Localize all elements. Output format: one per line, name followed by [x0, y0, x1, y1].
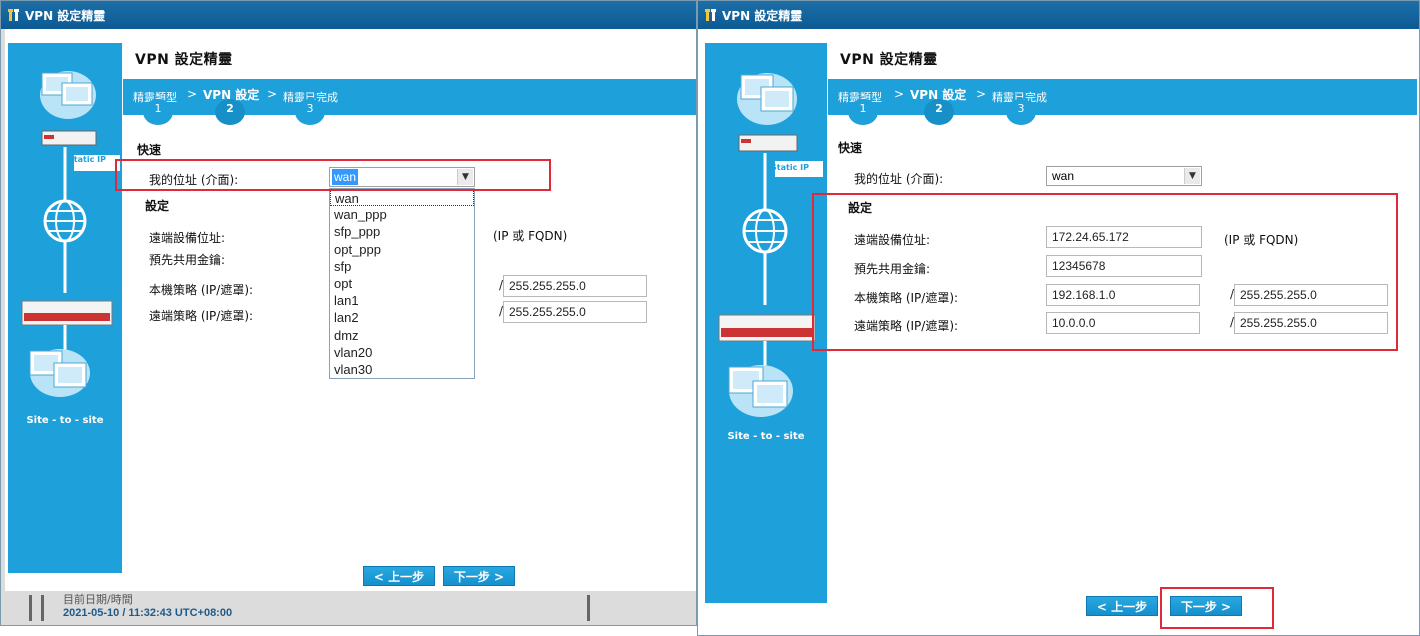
- local-mask-input[interactable]: 255.255.255.0: [503, 275, 647, 297]
- wizard-sidebar: Static IP Site - to - site: [8, 43, 122, 573]
- interface-option[interactable]: vlan30: [330, 361, 474, 378]
- wizard-sidebar: Static IP Site - to - site: [705, 43, 827, 603]
- window-titlebar[interactable]: VPN 設定精靈: [1, 1, 696, 29]
- remote-policy-label: 遠端策略 (IP/遮罩):: [149, 309, 254, 323]
- interface-select[interactable]: wan ▼: [1046, 166, 1202, 186]
- highlight-box-interface: [115, 159, 551, 191]
- highlight-box-settings: [812, 193, 1398, 351]
- step-3-number: 3: [1006, 99, 1036, 125]
- interface-option[interactable]: dmz: [330, 327, 474, 344]
- chevron-right-icon: >: [267, 87, 278, 101]
- interface-option[interactable]: opt_ppp: [330, 241, 474, 258]
- interface-option[interactable]: sfp: [330, 258, 474, 275]
- wizard-body: Static IP Site - to - site VPN 設定精靈 精靈類型…: [5, 29, 696, 591]
- wizard-content: VPN 設定精靈 精靈類型 > VPN 設定 > 精靈已完成 1 2 3 快速 …: [123, 29, 696, 591]
- computers-icon: [718, 73, 823, 417]
- remote-gateway-label: 遠端設備位址:: [149, 231, 226, 245]
- next-button[interactable]: 下一步 >: [443, 566, 515, 586]
- my-address-label: 我的位址 (介面):: [854, 172, 944, 186]
- step-1-number: 1: [848, 99, 878, 125]
- ip-fqdn-hint: (IP 或 FQDN): [493, 229, 568, 243]
- interface-option[interactable]: sfp_ppp: [330, 223, 474, 240]
- interface-select-value: wan: [1052, 169, 1075, 183]
- step-2-number: 2: [215, 99, 245, 125]
- window-title: VPN 設定精靈: [25, 8, 106, 23]
- window-titlebar[interactable]: VPN 設定精靈: [698, 1, 1419, 29]
- page-title: VPN 設定精靈: [840, 52, 938, 68]
- chevron-right-icon: >: [894, 87, 905, 101]
- step-bar: 精靈類型 > VPN 設定 > 精靈已完成 1 2 3: [123, 79, 696, 125]
- prev-button[interactable]: < 上一步: [1086, 596, 1158, 616]
- interface-option[interactable]: opt: [330, 275, 474, 292]
- quick-section-title: 快速: [838, 141, 863, 155]
- footer-datetime-value: 2021-05-10 / 11:32:43 UTC+08:00: [63, 607, 233, 619]
- quick-section-title: 快速: [137, 143, 162, 157]
- chevron-right-icon: >: [187, 87, 198, 101]
- interface-option[interactable]: vlan20: [330, 344, 474, 361]
- site-to-site-label: Site - to - site: [26, 415, 104, 426]
- site-to-site-label: Site - to - site: [727, 431, 805, 442]
- chevron-down-icon[interactable]: ▼: [1184, 168, 1200, 184]
- prev-button[interactable]: < 上一步: [363, 566, 435, 586]
- step-3-number: 3: [295, 99, 325, 125]
- footer-divider: [41, 595, 44, 621]
- interface-option[interactable]: wan: [330, 189, 474, 207]
- interface-option[interactable]: lan2: [330, 309, 474, 326]
- chevron-right-icon: >: [976, 87, 987, 101]
- interface-option[interactable]: lan1: [330, 292, 474, 309]
- window-title: VPN 設定精靈: [722, 8, 803, 23]
- step-2-number: 2: [924, 99, 954, 125]
- wizard-icon: [8, 9, 19, 21]
- computers-icon: [21, 71, 120, 397]
- wizard-window-left: VPN 設定精靈 Static IP Site - to - site VPN …: [0, 0, 697, 626]
- wizard-window-right: VPN 設定精靈 Static IP Site - to - site VPN …: [697, 0, 1420, 636]
- page-title: VPN 設定精靈: [135, 52, 233, 68]
- step-1-number: 1: [143, 99, 173, 125]
- step-bar: 精靈類型 > VPN 設定 > 精靈已完成 1 2 3: [828, 79, 1417, 125]
- wizard-icon: [705, 9, 716, 21]
- footer-datetime-label: 目前日期/時間: [63, 593, 133, 606]
- highlight-box-next: [1160, 587, 1274, 629]
- psk-label: 預先共用金鑰:: [149, 253, 226, 267]
- interface-dropdown-list[interactable]: wan wan_ppp sfp_ppp opt_ppp sfp opt lan1…: [329, 188, 475, 380]
- footer-divider: [29, 595, 32, 621]
- footer-divider: [587, 595, 590, 621]
- settings-section-title: 設定: [145, 199, 170, 213]
- local-policy-label: 本機策略 (IP/遮罩):: [149, 283, 254, 297]
- remote-mask-input[interactable]: 255.255.255.0: [503, 301, 647, 323]
- status-footer: 目前日期/時間 2021-05-10 / 11:32:43 UTC+08:00: [1, 591, 696, 625]
- interface-option[interactable]: wan_ppp: [330, 206, 474, 223]
